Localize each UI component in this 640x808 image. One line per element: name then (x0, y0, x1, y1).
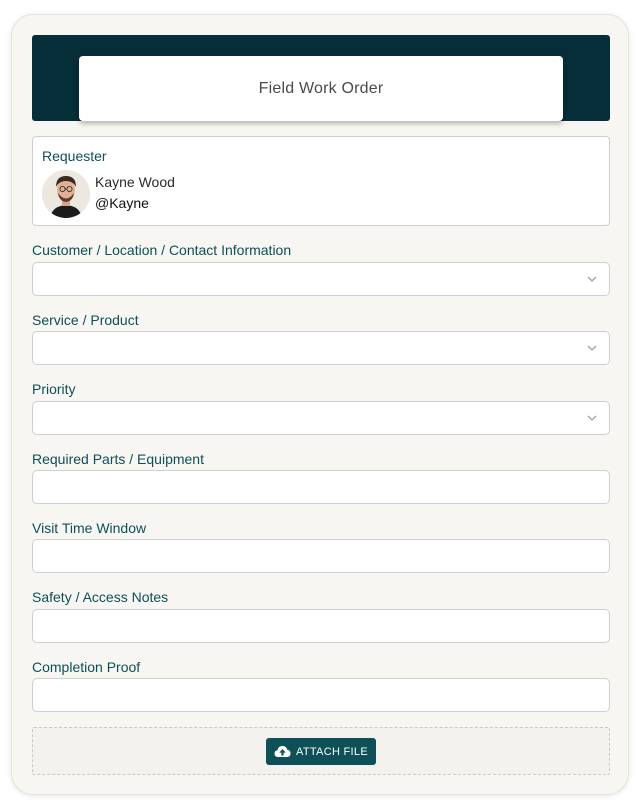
form-header: Field Work Order (32, 35, 610, 121)
priority-field-label: Priority (32, 381, 76, 397)
visit-window-input[interactable] (32, 539, 610, 573)
requester-panel: Requester Kayne Wood @Kayne (32, 136, 610, 226)
completion-proof-field-label: Completion Proof (32, 659, 141, 675)
safety-notes-field-label: Safety / Access Notes (32, 589, 169, 605)
avatar (42, 170, 90, 218)
completion-proof-input[interactable] (32, 678, 610, 712)
parts-input[interactable] (32, 470, 610, 504)
service-field-label: Service / Product (32, 312, 139, 328)
parts-field-label: Required Parts / Equipment (32, 451, 204, 467)
visit-window-field-label: Visit Time Window (32, 520, 147, 536)
customer-select[interactable] (32, 262, 610, 296)
safety-notes-input[interactable] (32, 609, 610, 643)
attach-file-button[interactable]: ATTACH FILE (266, 738, 376, 765)
chevron-down-icon (587, 276, 597, 282)
requester-handle: @Kayne (95, 195, 149, 211)
form-title: Field Work Order (79, 56, 563, 121)
requester-label: Requester (42, 148, 107, 164)
form-card: Field Work Order Requester Kayne Wood @K… (11, 14, 629, 795)
attach-file-label: ATTACH FILE (296, 745, 368, 758)
customer-field-label: Customer / Location / Contact Informatio… (32, 242, 292, 258)
service-select[interactable] (32, 331, 610, 365)
cloud-upload-icon (274, 746, 291, 757)
chevron-down-icon (587, 345, 597, 351)
priority-select[interactable] (32, 401, 610, 435)
requester-name: Kayne Wood (95, 174, 175, 190)
file-drop-zone[interactable]: ATTACH FILE (32, 727, 610, 775)
chevron-down-icon (587, 415, 597, 421)
